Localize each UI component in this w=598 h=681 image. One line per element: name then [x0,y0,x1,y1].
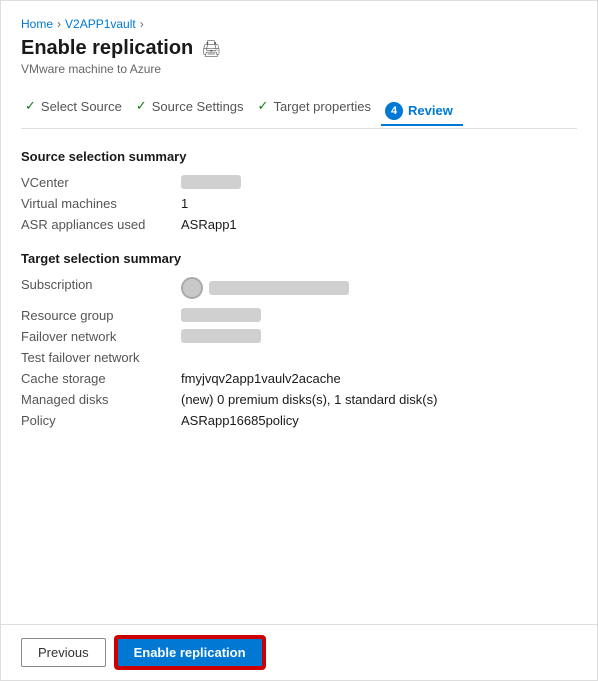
value-cache-storage: fmyjvqv2app1vaulv2acache [181,371,577,386]
row-vcenter: VCenter [21,172,577,193]
breadcrumb-separator-2: › [140,17,144,31]
row-subscription: Subscription [21,274,577,305]
value-policy: ASRapp16685policy [181,413,577,428]
breadcrumb-vault[interactable]: V2APP1vault [65,17,136,31]
row-asr-appliances: ASR appliances used ASRapp1 [21,214,577,235]
blurred-failover-network [181,329,261,343]
label-asr-appliances: ASR appliances used [21,217,181,232]
label-vcenter: VCenter [21,175,181,190]
previous-button[interactable]: Previous [21,638,106,667]
row-policy: Policy ASRapp16685policy [21,410,577,431]
label-virtual-machines: Virtual machines [21,196,181,211]
value-managed-disks: (new) 0 premium disks(s), 1 standard dis… [181,392,577,407]
step-select-source[interactable]: ✓ Select Source [21,94,132,118]
value-failover-network [181,329,577,344]
step-number-4: 4 [385,102,403,120]
step-label-4: Review [408,103,453,118]
label-test-failover-network: Test failover network [21,350,181,365]
label-resource-group: Resource group [21,308,181,323]
page-subtitle: VMware machine to Azure [21,62,577,76]
row-managed-disks: Managed disks (new) 0 premium disks(s), … [21,389,577,410]
blurred-resource-group [181,308,261,322]
label-subscription: Subscription [21,277,181,292]
label-managed-disks: Managed disks [21,392,181,407]
target-summary-table: Subscription Resource group Failover net… [21,274,577,431]
step-source-settings[interactable]: ✓ Source Settings [132,94,254,118]
step-check-2: ✓ [136,98,147,114]
main-window: Home › V2APP1vault › Enable replication … [0,0,598,681]
value-subscription [181,277,577,302]
row-cache-storage: Cache storage fmyjvqv2app1vaulv2acache [21,368,577,389]
enable-replication-button[interactable]: Enable replication [116,637,264,668]
row-failover-network: Failover network [21,326,577,347]
step-check-1: ✓ [25,98,36,114]
breadcrumb-home[interactable]: Home [21,17,53,31]
breadcrumb: Home › V2APP1vault › [21,17,577,31]
breadcrumb-separator-1: › [57,17,61,31]
page-title-row: Enable replication 🖨 [21,37,577,60]
label-failover-network: Failover network [21,329,181,344]
subscription-circle-icon [181,277,203,299]
print-icon[interactable]: 🖨 [201,39,221,59]
step-target-properties[interactable]: ✓ Target properties [254,94,381,118]
value-asr-appliances: ASRapp1 [181,217,577,232]
row-virtual-machines: Virtual machines 1 [21,193,577,214]
row-resource-group: Resource group [21,305,577,326]
main-content: Home › V2APP1vault › Enable replication … [1,1,597,624]
target-section-title: Target selection summary [21,251,577,266]
footer: Previous Enable replication [1,624,597,680]
label-cache-storage: Cache storage [21,371,181,386]
step-review[interactable]: 4 Review [381,98,463,126]
step-label-2: Source Settings [152,99,244,114]
page-title: Enable replication [21,37,193,60]
label-policy: Policy [21,413,181,428]
step-check-3: ✓ [258,98,269,114]
blurred-vcenter [181,175,241,189]
step-label-3: Target properties [273,99,371,114]
source-summary-table: VCenter Virtual machines 1 ASR appliance… [21,172,577,235]
wizard-steps: ✓ Select Source ✓ Source Settings ✓ Targ… [21,94,577,129]
subscription-blurred [181,277,349,299]
source-section-title: Source selection summary [21,149,577,164]
value-vcenter [181,175,577,190]
subscription-blurred-text [209,281,349,295]
value-virtual-machines: 1 [181,196,577,211]
value-resource-group [181,308,577,323]
row-test-failover-network: Test failover network [21,347,577,368]
step-label-1: Select Source [41,99,122,114]
